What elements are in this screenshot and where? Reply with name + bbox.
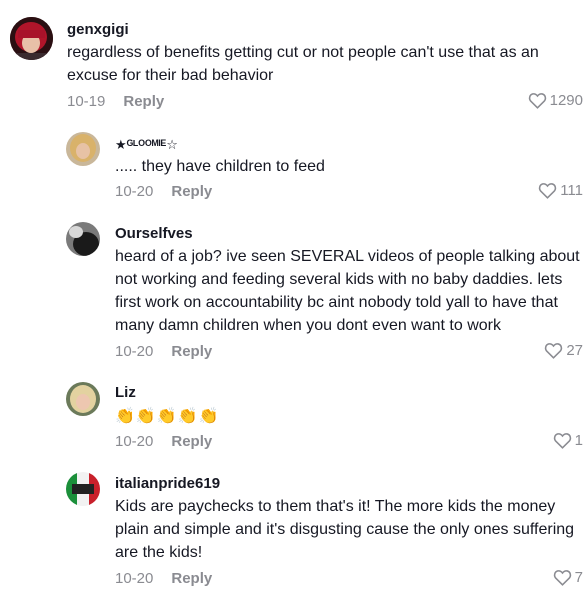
italian-flag-avatar-icon: [66, 472, 100, 506]
comment-text: ..... they have children to feed: [115, 158, 325, 175]
like-button[interactable]: 1: [553, 432, 583, 449]
comment-item: Liz 👏👏👏👏👏 10-20 Reply 1: [0, 370, 587, 460]
comment-meta: 10-19 Reply: [67, 93, 164, 110]
comment-meta: 10-20 Reply: [115, 183, 212, 200]
like-count: 27: [566, 342, 583, 359]
like-count: 7: [574, 569, 583, 586]
blonde-woman-avatar-icon: [66, 382, 100, 416]
like-button[interactable]: 7: [553, 569, 583, 586]
comment-date: 10-20: [115, 433, 154, 450]
comment-item: Ourselfves heard of a job? ive seen SEVE…: [0, 210, 587, 370]
comment-item: italianpride619 Kids are paychecks to th…: [0, 460, 587, 594]
reply-button[interactable]: Reply: [171, 570, 212, 587]
heart-icon: [528, 93, 546, 109]
like-count: 1: [574, 432, 583, 449]
comment-username[interactable]: ★ᴳᴸᴼᴼᴹᴵᴱ☆: [115, 137, 178, 153]
comment-item: genxgigi regardless of benefits getting …: [0, 0, 587, 120]
comment-username[interactable]: italianpride619: [115, 475, 220, 492]
like-button[interactable]: 27: [544, 342, 583, 359]
comment-meta: 10-20 Reply: [115, 343, 212, 360]
comment-meta: 10-20 Reply: [115, 433, 212, 450]
comment-text: heard of a job? ive seen SEVERAL videos …: [115, 248, 580, 334]
avatar[interactable]: [10, 17, 53, 60]
comment-item: ★ᴳᴸᴼᴼᴹᴵᴱ☆ ..... they have children to fe…: [0, 120, 587, 210]
comment-date: 10-20: [115, 570, 154, 587]
heart-icon: [553, 570, 571, 586]
reply-button[interactable]: Reply: [171, 433, 212, 450]
reply-button[interactable]: Reply: [171, 343, 212, 360]
avatar[interactable]: [66, 472, 100, 506]
reply-button[interactable]: Reply: [171, 183, 212, 200]
comment-date: 10-20: [115, 343, 154, 360]
heart-icon: [553, 433, 571, 449]
avatar[interactable]: [66, 132, 100, 166]
comment-username[interactable]: genxgigi: [67, 21, 129, 38]
comment-username[interactable]: Liz: [115, 384, 136, 401]
heart-icon: [545, 343, 563, 359]
comment-text: 👏👏👏👏👏: [115, 408, 220, 425]
avatar[interactable]: [66, 382, 100, 416]
comment-meta: 10-20 Reply: [115, 570, 212, 587]
comment-date: 10-19: [67, 93, 106, 110]
like-button[interactable]: 1290: [528, 92, 583, 109]
blonde-woman-avatar-icon: [66, 132, 100, 166]
heart-icon: [539, 183, 557, 199]
like-button[interactable]: 111: [538, 182, 583, 199]
avatar[interactable]: [66, 222, 100, 256]
reply-button[interactable]: Reply: [123, 93, 164, 110]
red-hair-avatar-icon: [10, 17, 53, 60]
comment-username[interactable]: Ourselfves: [115, 225, 193, 242]
like-count: 111: [560, 182, 583, 199]
comment-text: regardless of benefits getting cut or no…: [67, 44, 539, 84]
comment-date: 10-20: [115, 183, 154, 200]
comment-text: Kids are paychecks to them that's it! Th…: [115, 498, 575, 561]
like-count: 1290: [549, 92, 583, 109]
dog-avatar-icon: [66, 222, 100, 256]
